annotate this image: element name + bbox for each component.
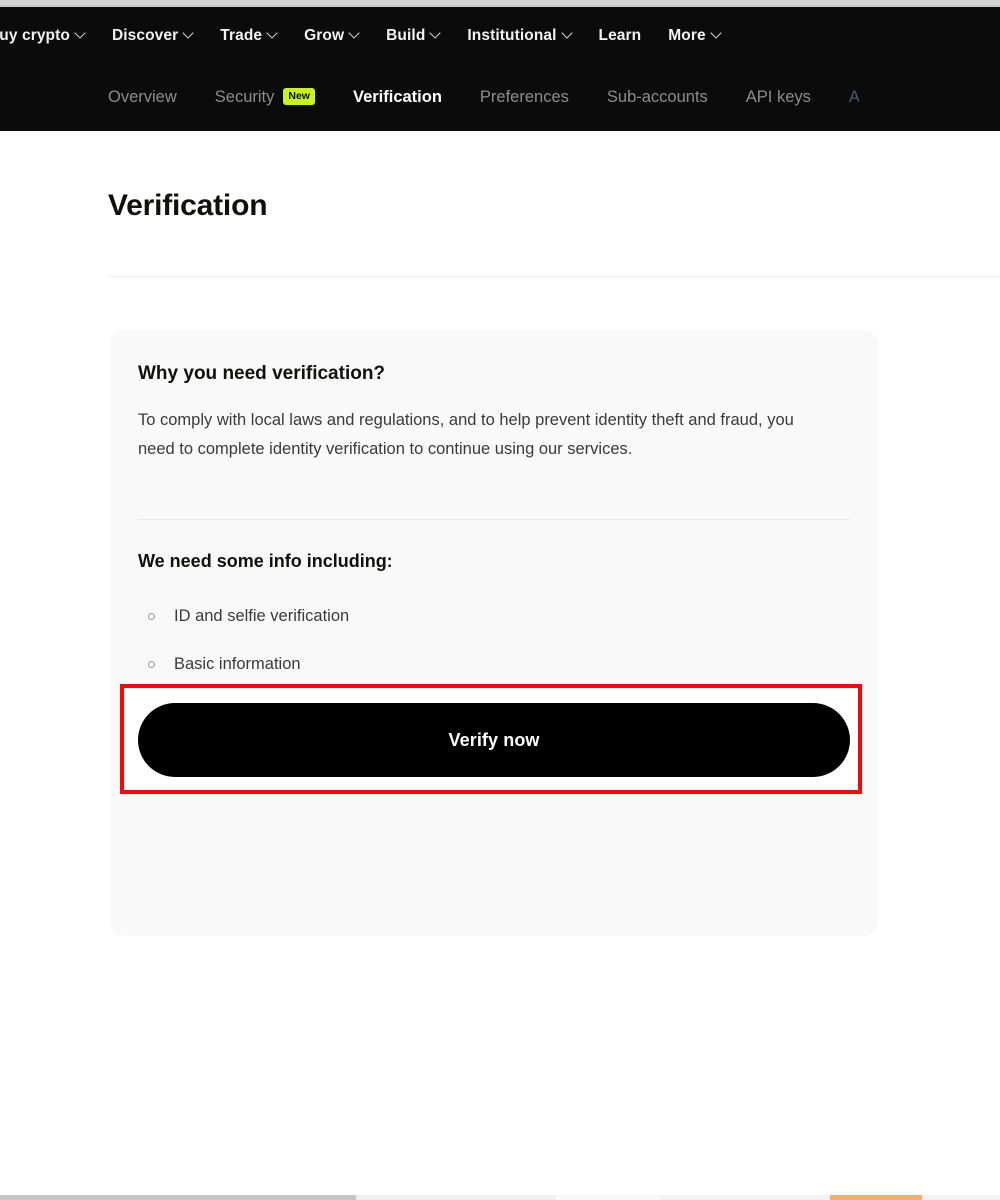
tab-label: Sub-accounts xyxy=(606,88,708,107)
primary-nav-label: Discover xyxy=(111,26,179,44)
primary-nav-item-more[interactable]: More xyxy=(668,28,720,44)
main-content: Verification Why you need verification? … xyxy=(0,131,1000,1200)
browser-chrome-strip xyxy=(0,0,1000,7)
card-subheading: We need some info including: xyxy=(138,551,393,571)
primary-nav-item-trade[interactable]: Trade xyxy=(220,28,277,44)
primary-nav-label: Trade xyxy=(220,26,263,44)
primary-nav-label: Grow xyxy=(304,26,345,44)
browser-chrome-strip-inner xyxy=(0,0,1000,5)
tab-sub-accounts[interactable]: Sub-accounts xyxy=(607,89,708,106)
verification-info-card: Why you need verification? To comply wit… xyxy=(110,330,878,936)
tab-overflow-cutoff[interactable]: A xyxy=(849,89,859,106)
verify-now-button[interactable]: Verify now xyxy=(138,703,850,777)
primary-nav-label: Build xyxy=(386,26,426,44)
chevron-down-icon xyxy=(350,29,359,38)
bullet-circle-icon xyxy=(148,660,155,668)
taskbar-segment xyxy=(556,1195,660,1200)
tab-api-keys[interactable]: API keys xyxy=(746,89,811,106)
primary-navigation: Buy crypto Discover Trade Grow Build Ins… xyxy=(0,7,1000,64)
card-heading: Why you need verification? xyxy=(138,363,386,384)
list-item-label: ID and selfie verification xyxy=(174,606,350,625)
chevron-down-icon xyxy=(563,29,572,38)
tab-label: API keys xyxy=(745,88,811,107)
required-info-list: ID and selfie verification Basic informa… xyxy=(138,592,738,688)
chevron-down-icon xyxy=(712,29,721,38)
primary-nav-item-learn[interactable]: Learn xyxy=(599,28,642,44)
bullet-circle-icon xyxy=(148,612,155,620)
taskbar-segment xyxy=(922,1195,1000,1200)
primary-nav-label: Institutional xyxy=(467,26,557,44)
list-item: ID and selfie verification xyxy=(138,592,738,640)
page-title: Verification xyxy=(108,189,268,222)
page-root: Buy crypto Discover Trade Grow Build Ins… xyxy=(0,0,1000,1200)
primary-nav-label: Learn xyxy=(598,26,642,44)
page-title-divider xyxy=(108,276,1000,277)
account-tab-navigation: Overview Security New Verification Prefe… xyxy=(0,64,1000,131)
tab-label: A xyxy=(848,89,859,106)
primary-nav-item-discover[interactable]: Discover xyxy=(112,28,193,44)
chevron-down-icon xyxy=(184,29,193,38)
card-paragraph: To comply with local laws and regulation… xyxy=(138,411,794,458)
taskbar-segment xyxy=(356,1195,556,1200)
card-divider xyxy=(138,519,850,520)
primary-nav-label: Buy crypto xyxy=(0,26,70,44)
primary-nav-label: More xyxy=(668,26,706,44)
primary-nav-item-grow[interactable]: Grow xyxy=(304,28,359,44)
list-item: Basic information xyxy=(138,640,738,688)
site-header: Buy crypto Discover Trade Grow Build Ins… xyxy=(0,7,1000,131)
tab-label: Overview xyxy=(108,88,177,107)
tab-verification[interactable]: Verification xyxy=(353,89,442,106)
taskbar-segment-active xyxy=(830,1195,922,1200)
taskbar-strip xyxy=(0,1192,1000,1200)
list-item-label: Basic information xyxy=(174,654,301,673)
tab-security[interactable]: Security New xyxy=(214,88,315,107)
primary-nav-item-build[interactable]: Build xyxy=(386,28,440,44)
chevron-down-icon xyxy=(431,29,440,38)
primary-nav-item-institutional[interactable]: Institutional xyxy=(467,28,571,44)
tab-overview[interactable]: Overview xyxy=(108,89,177,106)
chevron-down-icon xyxy=(76,29,85,38)
new-badge: New xyxy=(283,88,315,105)
chevron-down-icon xyxy=(268,29,277,38)
tab-label: Preferences xyxy=(479,88,569,107)
tab-preferences[interactable]: Preferences xyxy=(480,89,569,106)
primary-nav-item-buy-crypto[interactable]: Buy crypto xyxy=(0,28,85,44)
taskbar-segment xyxy=(0,1195,356,1200)
tab-label: Verification xyxy=(352,88,442,107)
taskbar-segment xyxy=(660,1195,830,1200)
tab-label: Security xyxy=(214,88,275,107)
